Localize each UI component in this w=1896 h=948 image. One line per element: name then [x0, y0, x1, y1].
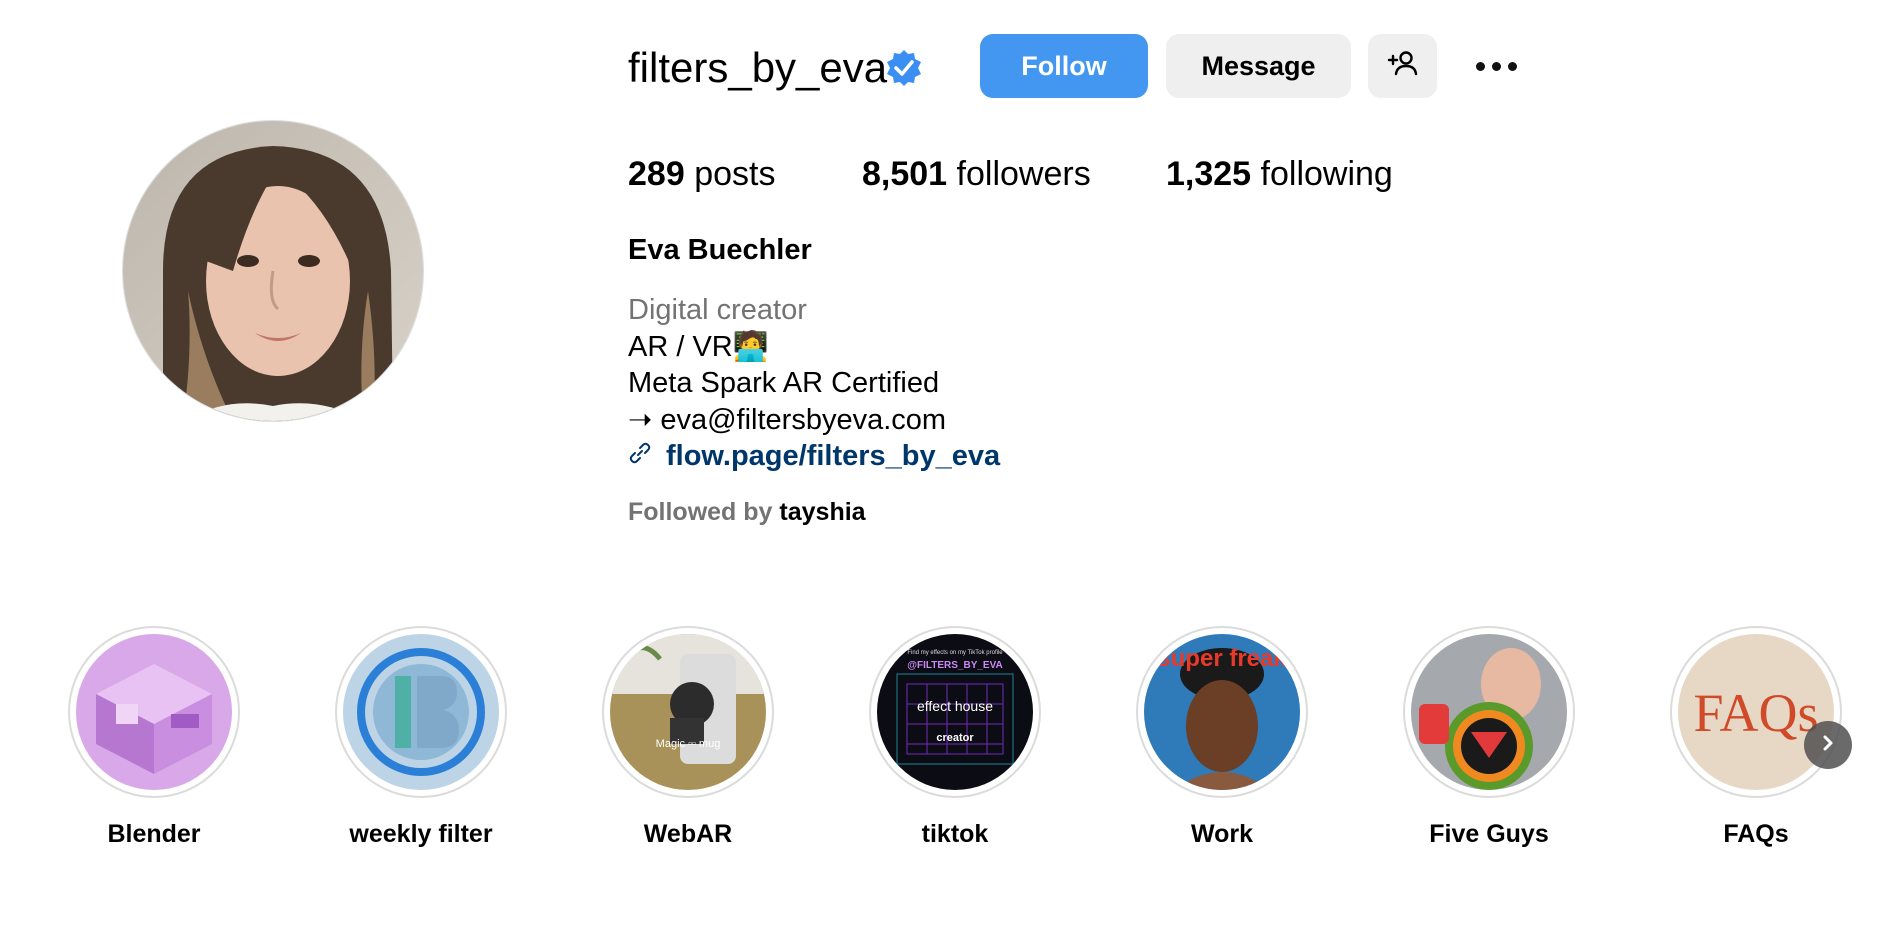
highlight-cover-text: effect house [916, 698, 994, 714]
profile-avatar[interactable] [122, 120, 424, 422]
verified-badge-icon [884, 48, 924, 88]
highlight-label: WebAR [643, 820, 733, 848]
highlight-webar[interactable]: Magic ▫▫ mug WebAR [602, 626, 774, 848]
following-stat[interactable]: 1,325 following [1166, 152, 1393, 196]
highlight-ring: FAQs [1670, 626, 1842, 798]
followed-by[interactable]: Followed by tayshia [628, 498, 866, 527]
highlight-ring [68, 626, 240, 798]
followers-label: followers [956, 155, 1091, 193]
followed-by-user: tayshia [779, 498, 866, 526]
bio-link[interactable]: flow.page/filters_by_eva [628, 438, 1000, 475]
highlight-ring [335, 626, 507, 798]
full-name: Eva Buechler [628, 234, 812, 266]
highlight-ring: Magic ▫▫ mug [602, 626, 774, 798]
highlight-cover: super freak [1144, 634, 1300, 790]
next-highlights-button[interactable] [1804, 721, 1852, 769]
highlight-ring: Find my effects on my TikTok profile @FI… [869, 626, 1041, 798]
highlight-cover [343, 634, 499, 790]
highlight-label: FAQs [1723, 820, 1789, 848]
more-options-icon[interactable] [1470, 46, 1522, 86]
highlight-cover-text: creator [936, 732, 974, 744]
highlight-cover [76, 634, 232, 790]
following-count: 1,325 [1166, 155, 1252, 193]
highlight-weekly-filter[interactable]: weekly filter [335, 626, 507, 848]
bio-line: Meta Spark AR Certified [628, 367, 940, 399]
avatar-image [123, 121, 423, 421]
highlight-cover: FAQs [1678, 634, 1834, 790]
highlight-faqs[interactable]: FAQs FAQs [1670, 626, 1842, 848]
bio-line: AR / VR🧑‍💻 [628, 330, 769, 363]
highlight-cover-text: Find my effects on my TikTok profile [907, 650, 1003, 656]
posts-count: 289 [628, 155, 685, 193]
link-icon [628, 438, 652, 475]
highlight-cover: Magic ▫▫ mug [610, 634, 766, 790]
highlight-blender[interactable]: Blender [68, 626, 240, 848]
highlight-label: tiktok [921, 820, 989, 848]
posts-label: posts [694, 155, 776, 193]
highlight-label: weekly filter [349, 820, 493, 848]
highlight-cover: Find my effects on my TikTok profile @FI… [877, 634, 1033, 790]
bio-category: Digital creator [628, 294, 807, 326]
highlight-tiktok[interactable]: Find my effects on my TikTok profile @FI… [869, 626, 1041, 848]
username: filters_by_eva [628, 44, 888, 91]
bio: Digital creator AR / VR🧑‍💻 Meta Spark AR… [628, 292, 1000, 475]
highlight-five-guys[interactable]: Five Guys [1403, 626, 1575, 848]
highlight-label: Blender [107, 820, 201, 848]
highlight-cover-text: Magic ▫▫ mug [655, 738, 721, 750]
person-add-icon [1387, 47, 1419, 86]
followers-count: 8,501 [862, 155, 948, 193]
following-label: following [1260, 155, 1393, 193]
followers-stat[interactable]: 8,501 followers [862, 152, 1091, 196]
suggest-users-button[interactable] [1368, 34, 1437, 98]
highlight-cover-text: @FILTERS_BY_EVA [907, 660, 1003, 671]
highlight-cover-text: super freak [1157, 645, 1287, 672]
followed-by-prefix: Followed by [628, 498, 773, 526]
highlight-label: Work [1190, 820, 1254, 848]
highlight-work[interactable]: super freak Work [1136, 626, 1308, 848]
highlight-ring: super freak [1136, 626, 1308, 798]
follow-button[interactable]: Follow [980, 34, 1148, 98]
bio-line: ➝ eva@filtersbyeva.com [628, 403, 947, 436]
highlight-cover [1411, 634, 1567, 790]
highlight-ring [1403, 626, 1575, 798]
posts-stat: 289 posts [628, 152, 775, 196]
message-button[interactable]: Message [1166, 34, 1351, 98]
bio-link-text: flow.page/filters_by_eva [666, 440, 1001, 472]
chevron-right-icon [1818, 733, 1838, 758]
highlight-label: Five Guys [1429, 820, 1549, 848]
